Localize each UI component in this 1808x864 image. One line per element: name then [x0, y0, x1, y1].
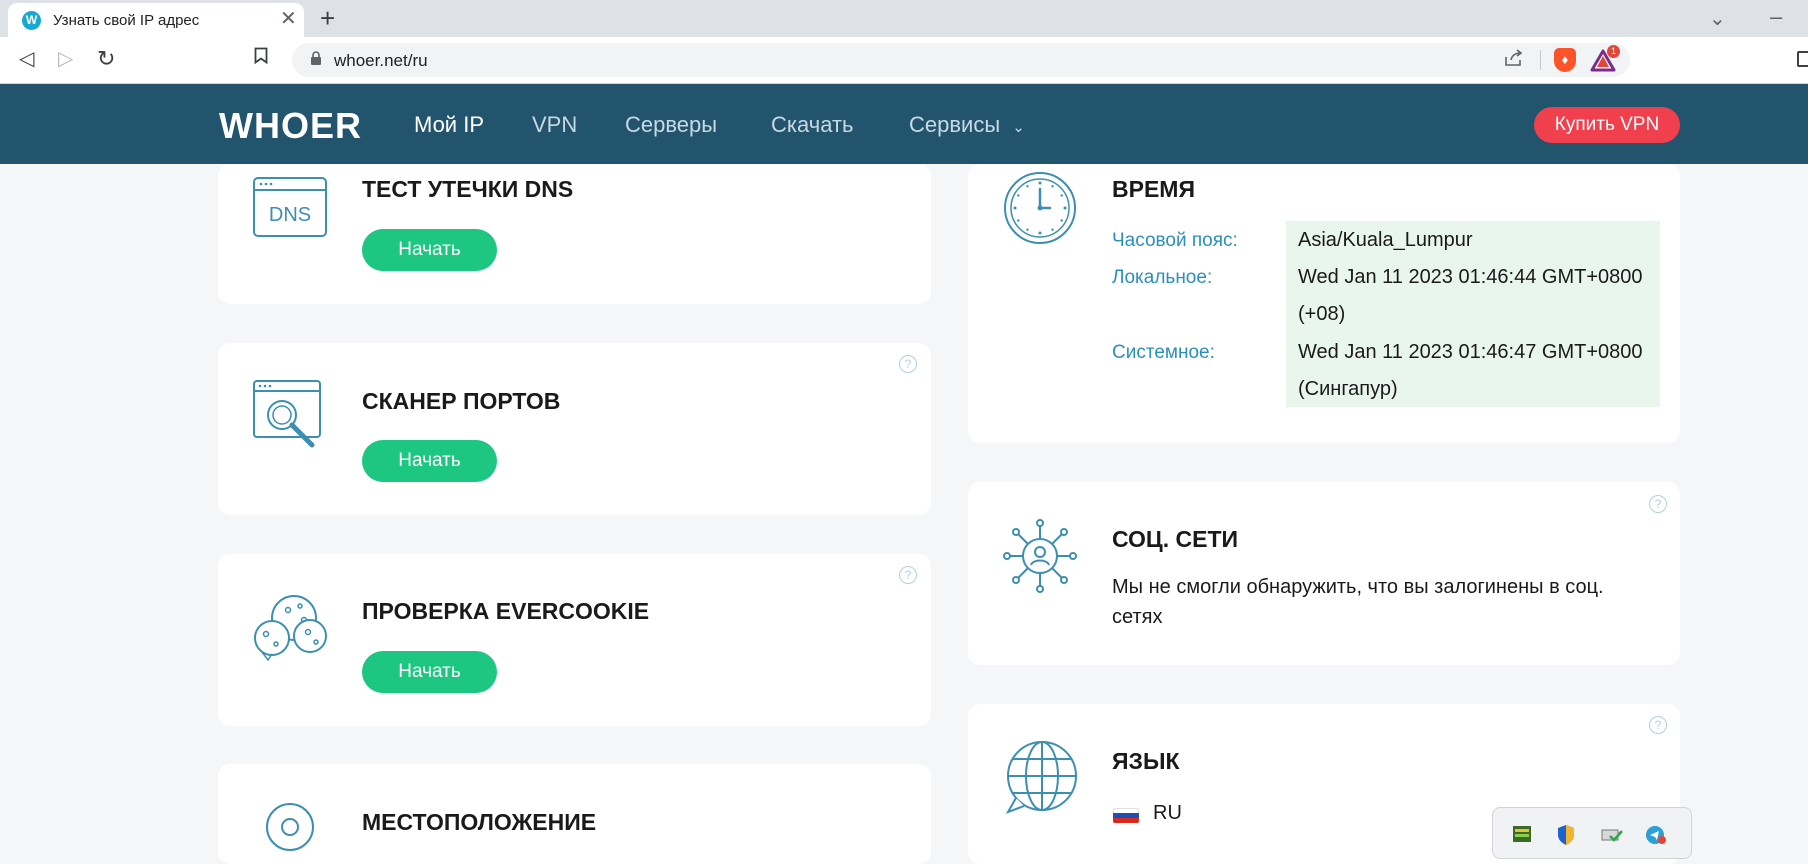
evercookie-title: ПРОВЕРКА EVERCOOKIE [362, 598, 650, 624]
help-icon[interactable]: ? [899, 566, 917, 584]
buy-vpn-button[interactable]: Купить VPN [1534, 107, 1680, 143]
tab-search-chevron-icon[interactable]: ⌄ [1709, 6, 1726, 31]
local-time-value: Wed Jan 11 2023 01:46:44 GMT+0800 [1298, 266, 1643, 288]
sidebar-toggle-icon[interactable] [1797, 51, 1808, 67]
nav-vpn[interactable]: VPN [532, 112, 577, 138]
help-icon[interactable]: ? [1649, 495, 1667, 513]
help-icon[interactable]: ? [899, 355, 917, 373]
timezone-label: Часовой пояс: [1112, 230, 1238, 251]
reload-icon[interactable]: ↻ [97, 47, 115, 71]
back-icon[interactable]: ◁ [19, 47, 34, 71]
lock-icon[interactable] [310, 51, 322, 69]
omnibox-divider [1540, 50, 1541, 70]
browser-tab[interactable]: W Узнать свой IP адрес ✕ [8, 3, 304, 37]
nav-servers[interactable]: Серверы [625, 112, 717, 138]
rewards-badge: 1 [1607, 45, 1620, 58]
evercookie-start-button[interactable]: Начать [362, 651, 497, 693]
whoer-logo[interactable]: WHOER [219, 105, 362, 147]
port-scanner-start-button[interactable]: Начать [362, 440, 497, 482]
time-card: ВРЕМЯ Часовой пояс: Локальное: Системное… [968, 164, 1680, 443]
system-time-label: Системное: [1112, 342, 1215, 363]
chevron-down-icon: ⌄ [1012, 119, 1025, 136]
port-scanner-title: СКАНЕР ПОРТОВ [362, 388, 561, 414]
help-icon[interactable]: ? [1649, 716, 1667, 734]
globe-icon [1002, 740, 1080, 818]
location-pin-icon [252, 801, 328, 851]
social-networks-title: СОЦ. СЕТИ [1112, 526, 1239, 552]
nav-my-ip[interactable]: Мой IP [414, 112, 484, 138]
social-networks-status: Мы не смогли обнаружить, что вы залогине… [1112, 576, 1604, 628]
close-tab-icon[interactable]: ✕ [280, 9, 297, 29]
nav-services-label: Сервисы [909, 112, 1001, 137]
port-scanner-card: ? СКАНЕР ПОРТОВ Начать [218, 343, 931, 515]
social-networks-card: ? СОЦ. СЕТИ Мы не смогли обнаружить, что… [968, 482, 1680, 665]
share-icon[interactable] [1504, 49, 1524, 73]
dns-leak-title: ТЕСТ УТЕЧКИ DNS [362, 176, 574, 202]
location-title: МЕСТОПОЛОЖЕНИЕ [362, 809, 597, 835]
site-header: WHOER Мой IP VPN Серверы Скачать Сервисы… [0, 84, 1808, 164]
social-network-icon [1002, 518, 1078, 594]
forward-icon[interactable]: ▷ [58, 47, 73, 71]
language-code: RU [1153, 802, 1182, 824]
new-tab-icon[interactable]: + [320, 2, 335, 34]
dns-icon-text: DNS [269, 204, 311, 226]
minimize-icon[interactable]: – [1770, 4, 1782, 30]
local-time-label: Локальное: [1112, 267, 1213, 288]
language-title: ЯЗЫК [1112, 748, 1180, 774]
browser-tab-bar: W Узнать свой IP адрес ✕ + ⌄ – [0, 0, 1808, 37]
clock-icon [1002, 170, 1078, 246]
dns-start-button[interactable]: Начать [362, 229, 497, 271]
dns-icon: DNS [252, 176, 328, 238]
bookmark-icon[interactable] [254, 47, 268, 69]
system-time-value: Wed Jan 11 2023 01:46:47 GMT+0800 [1298, 341, 1643, 363]
time-title: ВРЕМЯ [1112, 176, 1195, 202]
evercookie-card: ? ПРОВЕРКА EVERCOOKIE Начать [218, 554, 931, 726]
whoer-favicon-icon: W [22, 11, 41, 30]
cookie-icon [252, 592, 328, 664]
system-time-zone: (Сингапур) [1298, 378, 1398, 400]
tab-title: Узнать свой IP адрес [53, 12, 200, 29]
url-input[interactable]: whoer.net/ru ♦ 1 [292, 43, 1630, 77]
system-tray-overflow [1492, 807, 1692, 859]
timezone-value: Asia/Kuala_Lumpur [1298, 229, 1473, 251]
nav-download[interactable]: Скачать [771, 112, 854, 138]
local-time-offset: (+08) [1298, 303, 1346, 325]
russia-flag-icon [1113, 808, 1139, 823]
url-text: whoer.net/ru [334, 51, 428, 70]
dns-leak-card: DNS ТЕСТ УТЕЧКИ DNS Начать [218, 164, 931, 304]
port-scanner-icon [252, 379, 326, 451]
address-bar: ◁ ▷ ↻ whoer.net/ru ♦ 1 [0, 37, 1808, 84]
brave-shields-icon[interactable]: ♦ [1554, 48, 1576, 72]
location-card: МЕСТОПОЛОЖЕНИЕ [218, 764, 931, 864]
time-values-panel: Asia/Kuala_Lumpur Wed Jan 11 2023 01:46:… [1286, 221, 1660, 407]
nav-services[interactable]: Сервисы ⌄ [909, 112, 1025, 138]
